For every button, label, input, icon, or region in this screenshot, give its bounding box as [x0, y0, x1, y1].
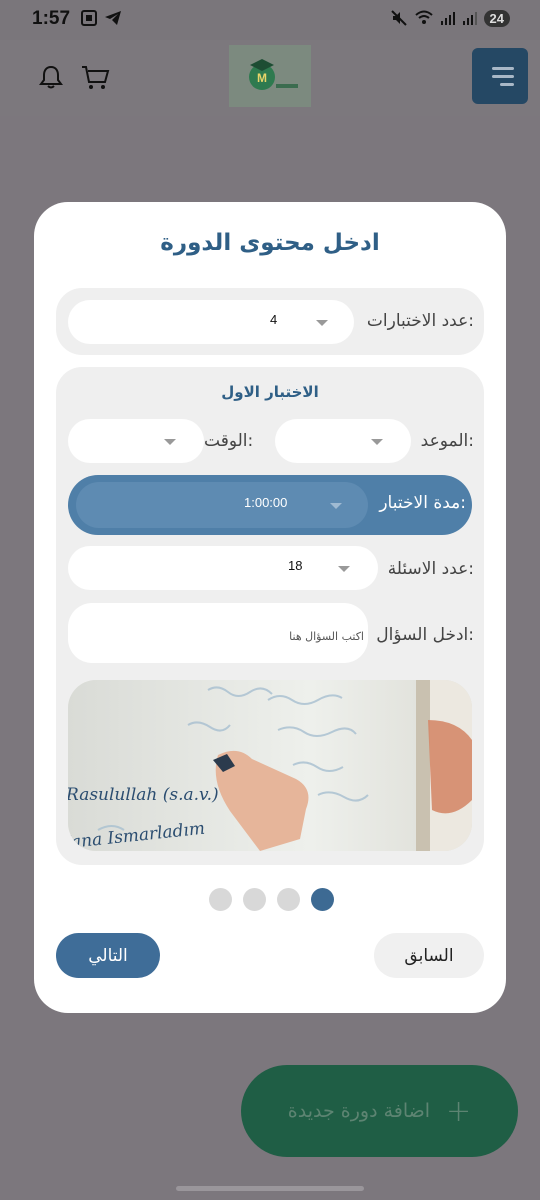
mute-icon [390, 10, 407, 26]
screenshot-icon [81, 10, 97, 26]
question-placeholder: اكتب السؤال هنا [289, 630, 364, 643]
page-dot[interactable] [277, 888, 300, 911]
page-dot-active[interactable] [311, 888, 334, 911]
exam-image: Rasulullah (s.a.v.) Jana Ismarladım [68, 680, 472, 851]
status-right: 24 [390, 9, 510, 27]
plus-icon: + [446, 1093, 472, 1129]
appointment-label: الموعد: [420, 431, 474, 451]
question-label: ادخل السؤال: [376, 625, 474, 645]
wifi-icon [414, 10, 433, 24]
chevron-down-icon [164, 439, 176, 445]
logo-icon: M [249, 59, 298, 90]
signal-icon-2 [462, 12, 477, 25]
signal-icon [440, 12, 455, 25]
add-course-button[interactable]: اضافة دورة جديدة + [241, 1065, 518, 1157]
duration-label: مدة الاختبار: [379, 493, 466, 513]
previous-button[interactable]: السابق [374, 933, 484, 978]
board-text-1: Rasulullah (s.a.v.) [68, 785, 219, 805]
chevron-down-icon [371, 439, 383, 445]
questions-count-label: عدد الاسئلة: [387, 559, 474, 579]
duration-value: 1:00:00 [244, 495, 288, 510]
chevron-down-icon [330, 503, 342, 509]
svg-text:M: M [257, 71, 267, 85]
status-time: 1:57 [32, 8, 71, 29]
page-dot[interactable] [209, 888, 232, 911]
next-button[interactable]: التالي [56, 933, 160, 978]
question-input[interactable]: اكتب السؤال هنا [68, 603, 368, 663]
page-dot[interactable] [243, 888, 266, 911]
exam-section-panel: الاختبار الاول الموعد: الوقت: مدة الاختب… [56, 367, 484, 865]
time-label: الوقت: [204, 431, 254, 451]
exam-duration-row[interactable]: مدة الاختبار: 1:00:00 [68, 475, 472, 535]
app-bar: M [0, 40, 540, 116]
dialog-title: ادخل محتوى الدورة [160, 230, 380, 256]
questions-count-select[interactable]: 18 [68, 546, 378, 590]
status-left-icons [80, 9, 122, 27]
exams-count-panel: عدد الاختبارات: 4 [56, 288, 484, 355]
questions-count-value: 18 [288, 558, 303, 573]
chevron-down-icon [316, 320, 328, 326]
page-indicator [209, 888, 334, 911]
home-indicator [176, 1186, 364, 1191]
battery-indicator: 24 [483, 9, 510, 27]
chevron-down-icon [338, 566, 350, 572]
exams-count-select[interactable]: 4 [68, 300, 354, 344]
duration-select[interactable]: 1:00:00 [76, 482, 368, 528]
appointment-select[interactable] [275, 419, 411, 463]
exams-count-value: 4 [270, 312, 278, 327]
exam-heading: الاختبار الاول [221, 383, 319, 401]
status-bar: 1:57 24 [0, 0, 540, 40]
whiteboard-picture: Rasulullah (s.a.v.) Jana Ismarladım [68, 680, 472, 851]
time-select[interactable] [68, 419, 204, 463]
fab-label: اضافة دورة جديدة [287, 1100, 431, 1122]
exams-count-label: عدد الاختبارات: [366, 311, 474, 331]
course-content-dialog: ادخل محتوى الدورة عدد الاختبارات: 4 الاخ… [34, 202, 506, 1013]
menu-button[interactable] [472, 48, 528, 104]
app-logo: M [229, 45, 311, 107]
bell-icon[interactable] [38, 64, 64, 90]
telegram-icon [105, 11, 121, 25]
cart-icon[interactable] [80, 64, 110, 92]
